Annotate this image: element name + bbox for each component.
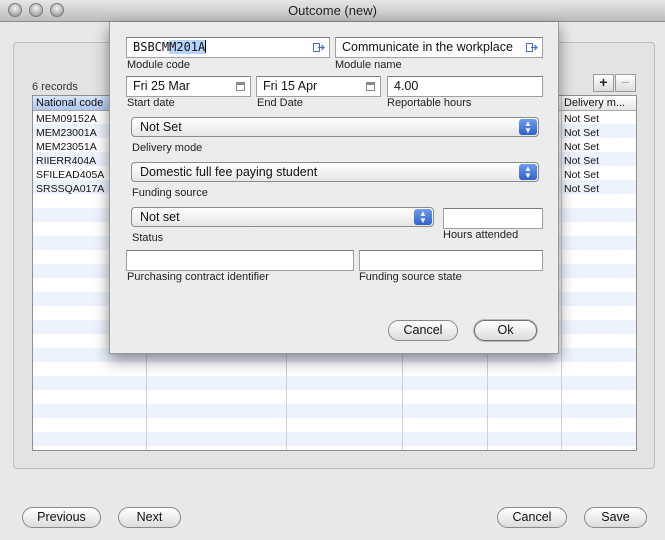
delivery-mode-value: Not Set: [140, 120, 182, 134]
funding-source-state-label: Funding source state: [359, 271, 462, 283]
end-date-value: Fri 15 Apr: [263, 79, 318, 93]
table-cell-delivery[interactable]: Not Set: [564, 168, 599, 182]
table-cell-delivery[interactable]: Not Set: [564, 154, 599, 168]
next-button[interactable]: Next: [118, 507, 181, 528]
table-cell-code[interactable]: MEM23001A: [36, 126, 97, 140]
start-date-value: Fri 25 Mar: [133, 79, 190, 93]
module-name-value: Communicate in the workplace: [342, 40, 513, 54]
funding-source-label: Funding source: [132, 187, 208, 199]
purchasing-contract-field[interactable]: [126, 250, 354, 271]
delivery-mode-popup[interactable]: Not Set ▲ ▼: [131, 117, 539, 137]
table-cell-delivery[interactable]: Not Set: [564, 126, 599, 140]
column-divider: [561, 96, 562, 450]
save-button[interactable]: Save: [584, 507, 647, 528]
popup-arrows-icon: ▲ ▼: [519, 119, 537, 135]
table-cell-delivery[interactable]: Not Set: [564, 140, 599, 154]
remove-record-button[interactable]: −: [615, 74, 636, 92]
table-cell-code[interactable]: MEM09152A: [36, 112, 97, 126]
reportable-hours-label: Reportable hours: [387, 97, 472, 109]
add-record-button[interactable]: +: [593, 74, 614, 92]
table-cell-delivery[interactable]: Not Set: [564, 182, 599, 196]
module-code-label: Module code: [127, 59, 190, 71]
hours-attended-field[interactable]: [443, 208, 543, 229]
module-name-field[interactable]: Communicate in the workplace: [335, 37, 543, 58]
module-name-label: Module name: [335, 59, 402, 71]
purchasing-contract-label: Purchasing contract identifier: [127, 271, 269, 283]
column-header-delivery-mode[interactable]: Delivery m...: [561, 96, 636, 111]
status-popup[interactable]: Not set ▲ ▼: [131, 207, 434, 227]
text-caret: [205, 40, 207, 53]
module-code-field[interactable]: BSBCMM201A: [126, 37, 330, 58]
table-cell-code[interactable]: RIIERR404A: [36, 154, 96, 168]
sheet-cancel-button[interactable]: Cancel: [388, 320, 458, 341]
hours-attended-label: Hours attended: [443, 229, 519, 241]
popup-arrows-icon: ▲ ▼: [519, 164, 537, 180]
window-title: Outcome (new): [288, 3, 377, 18]
table-cell-code[interactable]: MEM23051A: [36, 140, 97, 154]
reportable-hours-field[interactable]: 4.00: [387, 76, 543, 97]
delivery-mode-label: Delivery mode: [132, 142, 203, 154]
end-date-field[interactable]: Fri 15 Apr: [256, 76, 381, 97]
status-label: Status: [132, 232, 164, 244]
calendar-icon[interactable]: [366, 82, 375, 91]
records-count: 6 records: [32, 81, 78, 93]
link-arrow-icon[interactable]: [313, 42, 325, 53]
module-code-value: BSBCM: [133, 40, 170, 54]
link-arrow-icon[interactable]: [526, 42, 538, 53]
table-cell-delivery[interactable]: Not Set: [564, 112, 599, 126]
table-cell-code[interactable]: SFILEAD405A: [36, 168, 104, 182]
previous-button[interactable]: Previous: [22, 507, 101, 528]
ok-button[interactable]: Ok: [474, 320, 537, 341]
popup-arrows-icon: ▲ ▼: [414, 209, 432, 225]
module-code-selection: M201A: [169, 40, 206, 54]
end-date-label: End Date: [257, 97, 303, 109]
funding-source-state-field[interactable]: [359, 250, 543, 271]
status-value: Not set: [140, 210, 180, 224]
cancel-button[interactable]: Cancel: [497, 507, 567, 528]
outcome-sheet: BSBCMM201A Module code Communicate in th…: [109, 22, 559, 354]
funding-source-popup[interactable]: Domestic full fee paying student ▲ ▼: [131, 162, 539, 182]
table-cell-code[interactable]: SRSSQA017A: [36, 182, 104, 196]
title-bar: Outcome (new): [0, 0, 665, 22]
calendar-icon[interactable]: [236, 82, 245, 91]
start-date-field[interactable]: Fri 25 Mar: [126, 76, 251, 97]
reportable-hours-value: 4.00: [394, 79, 419, 93]
start-date-label: Start date: [127, 97, 175, 109]
funding-source-value: Domestic full fee paying student: [140, 165, 318, 179]
